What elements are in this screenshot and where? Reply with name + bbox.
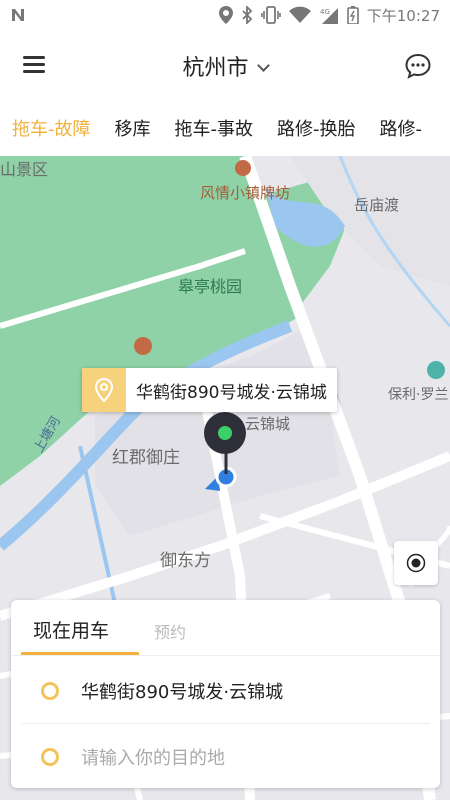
active-tab-indicator (21, 652, 139, 655)
map-label-scenic: 山景区 (0, 160, 49, 179)
battery-icon (346, 6, 359, 24)
map-label-hongjun: 红郡御庄 (112, 448, 180, 468)
tab-tow-accident[interactable]: 拖车-事故 (175, 115, 254, 141)
tab-reserve[interactable]: 预约 (154, 619, 186, 643)
pickup-text: 华鹤街890号城发·云锦城 (81, 681, 284, 703)
trip-mode-tabs: 现在用车 预约 (11, 600, 440, 656)
status-bar: 4G 下午10:27 (0, 0, 450, 30)
current-address-callout[interactable]: 华鹤街890号城发·云锦城 (82, 368, 337, 412)
tab-road-tire[interactable]: 路修-换胎 (277, 115, 356, 141)
map-label-baoli: 保利·罗兰 (388, 387, 449, 403)
chevron-down-icon (256, 59, 270, 72)
notification-n-icon (10, 7, 26, 23)
destination-field[interactable]: 请输入你的目的地 (21, 724, 430, 790)
crosshair-icon (406, 553, 426, 573)
location-icon (218, 6, 233, 24)
map-label-fengqing: 风情小镇牌坊 (200, 184, 291, 202)
tab-now[interactable]: 现在用车 (33, 616, 109, 643)
message-icon[interactable] (404, 52, 432, 80)
destination-placeholder: 请输入你的目的地 (81, 748, 225, 769)
locate-me-button[interactable] (394, 541, 438, 585)
app-screen: 4G 下午10:27 杭州市 拖车-故障 移库 拖车-事故 路修-换胎 路修- (0, 0, 450, 800)
vibrate-icon (260, 6, 281, 24)
map-label-yuemiaodu: 岳庙渡 (354, 196, 400, 214)
pickup-dot-icon (41, 681, 59, 700)
bluetooth-icon (241, 6, 253, 24)
map-label-yudongfang: 御东方 (160, 551, 211, 571)
svg-text:4G: 4G (320, 8, 330, 16)
location-pin-icon (82, 368, 126, 412)
app-header: 杭州市 (0, 30, 450, 100)
map-label-yunjincheng: 云锦城 (245, 415, 291, 433)
signal-4g-icon: 4G (319, 6, 339, 24)
pickup-field[interactable]: 华鹤街890号城发·云锦城 (21, 658, 430, 724)
status-time: 下午10:27 (366, 6, 440, 25)
service-tabs: 拖车-故障 移库 拖车-事故 路修-换胎 路修- (0, 100, 450, 156)
trip-panel: 现在用车 预约 华鹤街890号城发·云锦城 请输入你的目的地 (11, 600, 440, 788)
current-address-text: 华鹤街890号城发·云锦城 (136, 382, 327, 403)
tab-relocate[interactable]: 移库 (115, 115, 151, 141)
tab-tow-breakdown[interactable]: 拖车-故障 (12, 115, 91, 141)
city-label: 杭州市 (182, 56, 249, 81)
city-selector[interactable]: 杭州市 (0, 50, 450, 82)
wifi-icon (288, 6, 311, 24)
destination-dot-icon (41, 748, 59, 766)
tab-road-more[interactable]: 路修- (380, 115, 423, 141)
map-label-gaoting: 皋亭桃园 (178, 277, 243, 296)
